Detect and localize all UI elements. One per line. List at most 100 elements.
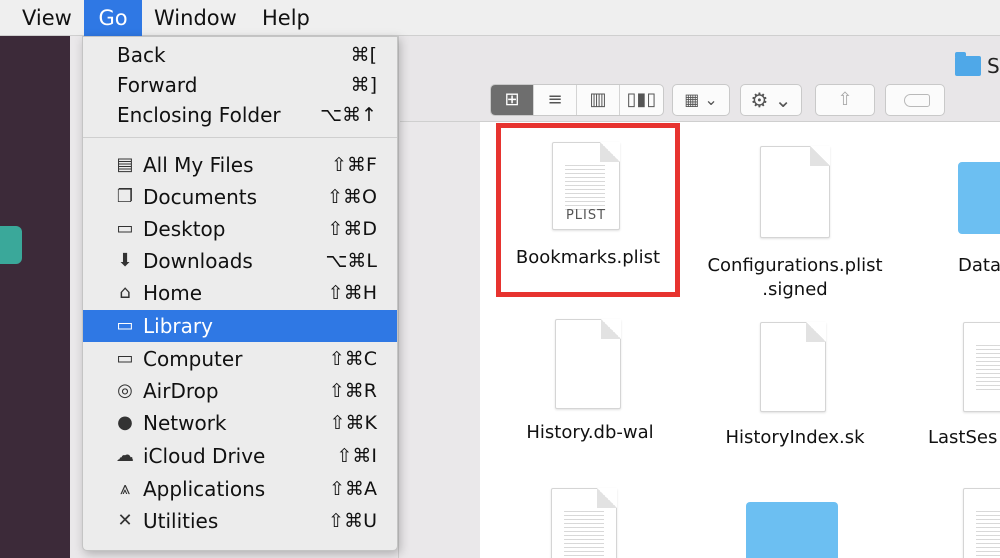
file-plist-row3[interactable] [505,482,675,558]
menu-item-back[interactable]: Back ⌘[ [83,39,397,71]
menu-item-documents[interactable]: ❐ Documents ⇧⌘O [83,181,397,213]
menu-item-shortcut: ⇧⌘A [329,478,377,500]
arrange-icon: ▦ ⌄ [684,90,718,109]
menu-view[interactable]: View [22,0,72,36]
menu-item-label: Network [143,411,227,435]
menu-item-utilities[interactable]: ✕ Utilities ⇧⌘U [83,505,397,537]
menu-separator [83,137,397,138]
menu-item-shortcut: ⇧⌘H [327,282,377,304]
go-menu-dropdown: Back ⌘[ Forward ⌘] Enclosing Folder ⌥⌘↑ … [82,36,398,551]
share-icon: ⇧ [837,89,853,110]
plist-file-icon [963,322,1000,412]
background-app-tab [0,226,22,264]
menu-item-shortcut: ⌘] [350,74,377,96]
network-icon: ● [117,412,133,433]
folder-icon [746,502,838,558]
menu-help[interactable]: Help [262,0,310,36]
gear-icon: ⚙ ⌄ [750,88,792,112]
menu-item-shortcut: ⇧⌘U [328,510,377,532]
menu-item-label: Utilities [143,509,219,533]
menu-item-forward[interactable]: Forward ⌘] [83,69,397,101]
tag-icon [904,94,930,107]
menu-item-airdrop[interactable]: ◎ AirDrop ⇧⌘R [83,375,397,407]
downloads-icon: ⬇ [117,250,133,271]
utilities-icon: ✕ [117,510,133,531]
file-historyindex-sk[interactable]: HistoryIndex.sk [710,318,880,458]
document-file-icon [760,146,830,238]
document-file-icon [555,319,621,409]
menu-item-shortcut: ⇧⌘I [336,445,377,467]
menu-item-shortcut: ⇧⌘F [331,154,377,176]
plist-file-icon [963,488,1000,558]
plist-file-icon [551,488,617,558]
menu-item-label: Documents [143,185,258,209]
menu-item-computer[interactable]: ▭ Computer ⇧⌘C [83,343,397,375]
menu-item-enclosing-folder[interactable]: Enclosing Folder ⌥⌘↑ [83,99,397,131]
file-name: HistoryIndex.sk [725,427,865,448]
sidebar-divider [398,36,399,558]
file-name: LastSes [928,427,998,448]
menu-item-downloads[interactable]: ⬇ Downloads ⌥⌘L [83,245,397,277]
list-view-icon[interactable]: ≡ [534,85,577,115]
menu-item-desktop[interactable]: ▭ Desktop ⇧⌘D [83,213,397,245]
menu-item-shortcut: ⌥⌘↑ [320,104,377,126]
desktop-icon: ▭ [116,218,134,239]
menu-item-label: Applications [143,477,266,501]
tag-button[interactable] [885,84,945,116]
icon-view-icon[interactable]: ⊞ [491,85,534,115]
all-my-files-icon: ▤ [116,154,134,175]
menu-item-icloud-drive[interactable]: ☁ iCloud Drive ⇧⌘I [83,440,397,472]
menu-item-shortcut: ⌥⌘L [325,250,377,272]
folder-icon [955,52,981,76]
menu-item-shortcut: ⇧⌘O [327,186,377,208]
menu-item-shortcut: ⇧⌘R [328,380,377,402]
menu-item-library[interactable]: ▭ Library [83,310,397,342]
file-lastsession[interactable]: LastSes [925,318,1000,458]
menu-window[interactable]: Window [154,0,237,36]
menu-go[interactable]: Go [84,0,142,36]
menu-item-label: Library [143,314,213,338]
cover-flow-icon[interactable]: ▯▮▯ [620,85,663,115]
menu-item-label: Computer [143,347,243,371]
arrange-button[interactable]: ▦ ⌄ [672,84,730,116]
documents-icon: ❐ [116,186,134,207]
menu-item-all-my-files[interactable]: ▤ All My Files ⇧⌘F [83,149,397,181]
share-button[interactable]: ⇧ [815,84,875,116]
menu-item-label: AirDrop [143,379,219,403]
file-name: Configurations.plist [707,255,883,276]
computer-icon: ▭ [116,348,134,369]
home-icon: ⌂ [119,282,131,303]
action-button[interactable]: ⚙ ⌄ [740,84,802,116]
menu-item-label: Downloads [143,249,253,273]
menu-item-network[interactable]: ● Network ⇧⌘K [83,407,397,439]
highlight-box [496,123,680,297]
background-app-window [0,36,70,558]
icloud-icon: ☁ [116,445,134,466]
menu-item-label: Enclosing Folder [117,103,281,127]
folder-icon [958,162,1000,234]
menu-item-shortcut: ⇧⌘D [327,218,377,240]
menu-item-label: iCloud Drive [143,444,266,468]
column-view-icon[interactable]: ▥ [577,85,620,115]
file-data-folder[interactable]: Data [940,150,1000,290]
menu-item-label: Back [117,43,166,67]
menu-item-shortcut: ⇧⌘C [328,348,377,370]
menu-item-label: Home [143,281,203,305]
menu-item-home[interactable]: ⌂ Home ⇧⌘H [83,277,397,309]
window-title-text: S [987,54,1000,78]
file-plist-row3-right[interactable] [925,482,1000,558]
document-file-icon [760,322,826,412]
folder-row3[interactable] [710,492,880,558]
file-configurations-plist-signed[interactable]: Configurations.plist .signed [700,140,890,305]
file-name: Data [958,255,1000,276]
file-history-db-wal[interactable]: History.db-wal [505,315,675,455]
menu-item-shortcut: ⇧⌘K [329,412,377,434]
airdrop-icon: ◎ [117,380,133,401]
menu-item-label: Desktop [143,217,226,241]
menu-item-applications[interactable]: ⩓ Applications ⇧⌘A [83,473,397,505]
menu-item-label: All My Files [143,153,254,177]
menu-item-label: Forward [117,73,198,97]
file-name: History.db-wal [526,422,654,443]
file-name-line2: .signed [762,279,828,300]
menu-item-shortcut: ⌘[ [350,44,377,66]
